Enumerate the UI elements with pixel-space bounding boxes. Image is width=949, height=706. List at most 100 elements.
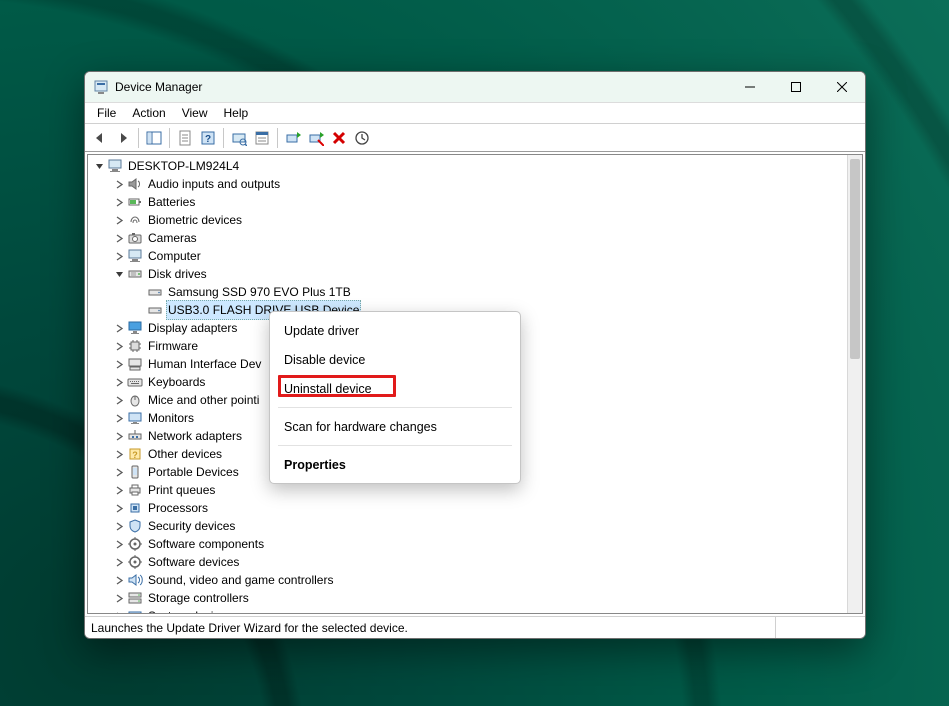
- tree-node-label: Monitors: [146, 409, 196, 427]
- tree-category[interactable]: Sound, video and game controllers: [90, 571, 862, 589]
- expand-icon[interactable]: [112, 213, 126, 227]
- toolbar-separator: [223, 128, 224, 148]
- tree-category[interactable]: Computer: [90, 247, 862, 265]
- window-title: Device Manager: [115, 80, 202, 94]
- security-icon: [127, 518, 143, 534]
- expand-icon[interactable]: [112, 195, 126, 209]
- other-icon: ?: [127, 446, 143, 462]
- tree-node-label: Biometric devices: [146, 211, 244, 229]
- tree-category[interactable]: Audio inputs and outputs: [90, 175, 862, 193]
- tree-category[interactable]: System devices: [90, 607, 862, 613]
- back-button[interactable]: [89, 127, 111, 149]
- network-icon: [127, 428, 143, 444]
- expand-icon[interactable]: [112, 483, 126, 497]
- storage-icon: [127, 590, 143, 606]
- tree-category[interactable]: Cameras: [90, 229, 862, 247]
- collapse-icon[interactable]: [112, 267, 126, 281]
- vertical-scrollbar[interactable]: [847, 155, 862, 613]
- tree-category[interactable]: Disk drives: [90, 265, 862, 283]
- scan-hardware-button[interactable]: [228, 127, 250, 149]
- caption-buttons: [727, 72, 865, 102]
- expand-icon[interactable]: [112, 411, 126, 425]
- monitor-icon: [127, 410, 143, 426]
- keyboard-icon: [127, 374, 143, 390]
- tree-node-label: Network adapters: [146, 427, 244, 445]
- tree-category[interactable]: Security devices: [90, 517, 862, 535]
- menu-action[interactable]: Action: [124, 104, 173, 122]
- expand-icon[interactable]: [112, 555, 126, 569]
- expander-blank: [132, 285, 146, 299]
- expand-icon[interactable]: [112, 321, 126, 335]
- close-button[interactable]: [819, 72, 865, 102]
- tree-category[interactable]: Software devices: [90, 553, 862, 571]
- tree-device[interactable]: Samsung SSD 970 EVO Plus 1TB: [90, 283, 862, 301]
- tree-root[interactable]: DESKTOP-LM924L4: [90, 157, 862, 175]
- properties-sheet-button[interactable]: [174, 127, 196, 149]
- tree-node-label: Other devices: [146, 445, 224, 463]
- expand-icon[interactable]: [112, 339, 126, 353]
- expand-icon[interactable]: [112, 519, 126, 533]
- tree-node-label: Sound, video and game controllers: [146, 571, 335, 589]
- toolbar-separator: [138, 128, 139, 148]
- ctx-disable-device[interactable]: Disable device: [270, 345, 520, 374]
- device-manager-window: Device Manager File Action View Help ?: [84, 71, 866, 639]
- drive-icon: [147, 284, 163, 300]
- expand-icon[interactable]: [112, 429, 126, 443]
- help-button[interactable]: ?: [197, 127, 219, 149]
- hid-icon: [127, 356, 143, 372]
- ctx-update-driver[interactable]: Update driver: [270, 316, 520, 345]
- tree-node-label: Portable Devices: [146, 463, 241, 481]
- system-icon: [127, 608, 143, 613]
- menu-file[interactable]: File: [89, 104, 124, 122]
- expand-icon[interactable]: [112, 501, 126, 515]
- cpu-icon: [127, 500, 143, 516]
- speaker-icon: [127, 176, 143, 192]
- expand-icon[interactable]: [112, 177, 126, 191]
- expand-icon[interactable]: [112, 393, 126, 407]
- tree-category[interactable]: Processors: [90, 499, 862, 517]
- minimize-button[interactable]: [727, 72, 773, 102]
- tree-node-label: Human Interface Dev: [146, 355, 263, 373]
- menu-help[interactable]: Help: [216, 104, 257, 122]
- expand-icon[interactable]: [112, 231, 126, 245]
- tree-category[interactable]: Storage controllers: [90, 589, 862, 607]
- tree-category[interactable]: Software components: [90, 535, 862, 553]
- printer-icon: [127, 482, 143, 498]
- scrollbar-thumb[interactable]: [850, 159, 860, 359]
- expand-icon[interactable]: [112, 447, 126, 461]
- show-hide-tree-button[interactable]: [143, 127, 165, 149]
- battery-icon: [127, 194, 143, 210]
- expand-icon[interactable]: [112, 537, 126, 551]
- expand-icon[interactable]: [112, 573, 126, 587]
- computer-icon: [127, 248, 143, 264]
- menu-view[interactable]: View: [174, 104, 216, 122]
- uninstall-device-button[interactable]: [328, 127, 350, 149]
- tree-node-label: Keyboards: [146, 373, 207, 391]
- collapse-icon[interactable]: [92, 159, 106, 173]
- tree-node-label: DESKTOP-LM924L4: [126, 157, 241, 175]
- expand-icon[interactable]: [112, 609, 126, 613]
- tree-category[interactable]: Biometric devices: [90, 211, 862, 229]
- enable-device-button[interactable]: [351, 127, 373, 149]
- tree-node-label: Print queues: [146, 481, 217, 499]
- expand-icon[interactable]: [112, 375, 126, 389]
- tree-node-label: Computer: [146, 247, 203, 265]
- expand-icon[interactable]: [112, 249, 126, 263]
- forward-button[interactable]: [112, 127, 134, 149]
- properties-button[interactable]: [251, 127, 273, 149]
- menubar: File Action View Help: [85, 102, 865, 124]
- maximize-button[interactable]: [773, 72, 819, 102]
- update-driver-button[interactable]: [282, 127, 304, 149]
- expander-blank: [132, 303, 146, 317]
- expand-icon[interactable]: [112, 357, 126, 371]
- expand-icon[interactable]: [112, 591, 126, 605]
- tree-category[interactable]: Batteries: [90, 193, 862, 211]
- titlebar: Device Manager: [85, 72, 865, 102]
- expand-icon[interactable]: [112, 465, 126, 479]
- app-icon: [93, 79, 109, 95]
- tree-node-label: Storage controllers: [146, 589, 251, 607]
- disable-device-button[interactable]: [305, 127, 327, 149]
- tree-node-label: Audio inputs and outputs: [146, 175, 282, 193]
- ctx-properties[interactable]: Properties: [270, 450, 520, 479]
- ctx-scan-hardware[interactable]: Scan for hardware changes: [270, 412, 520, 441]
